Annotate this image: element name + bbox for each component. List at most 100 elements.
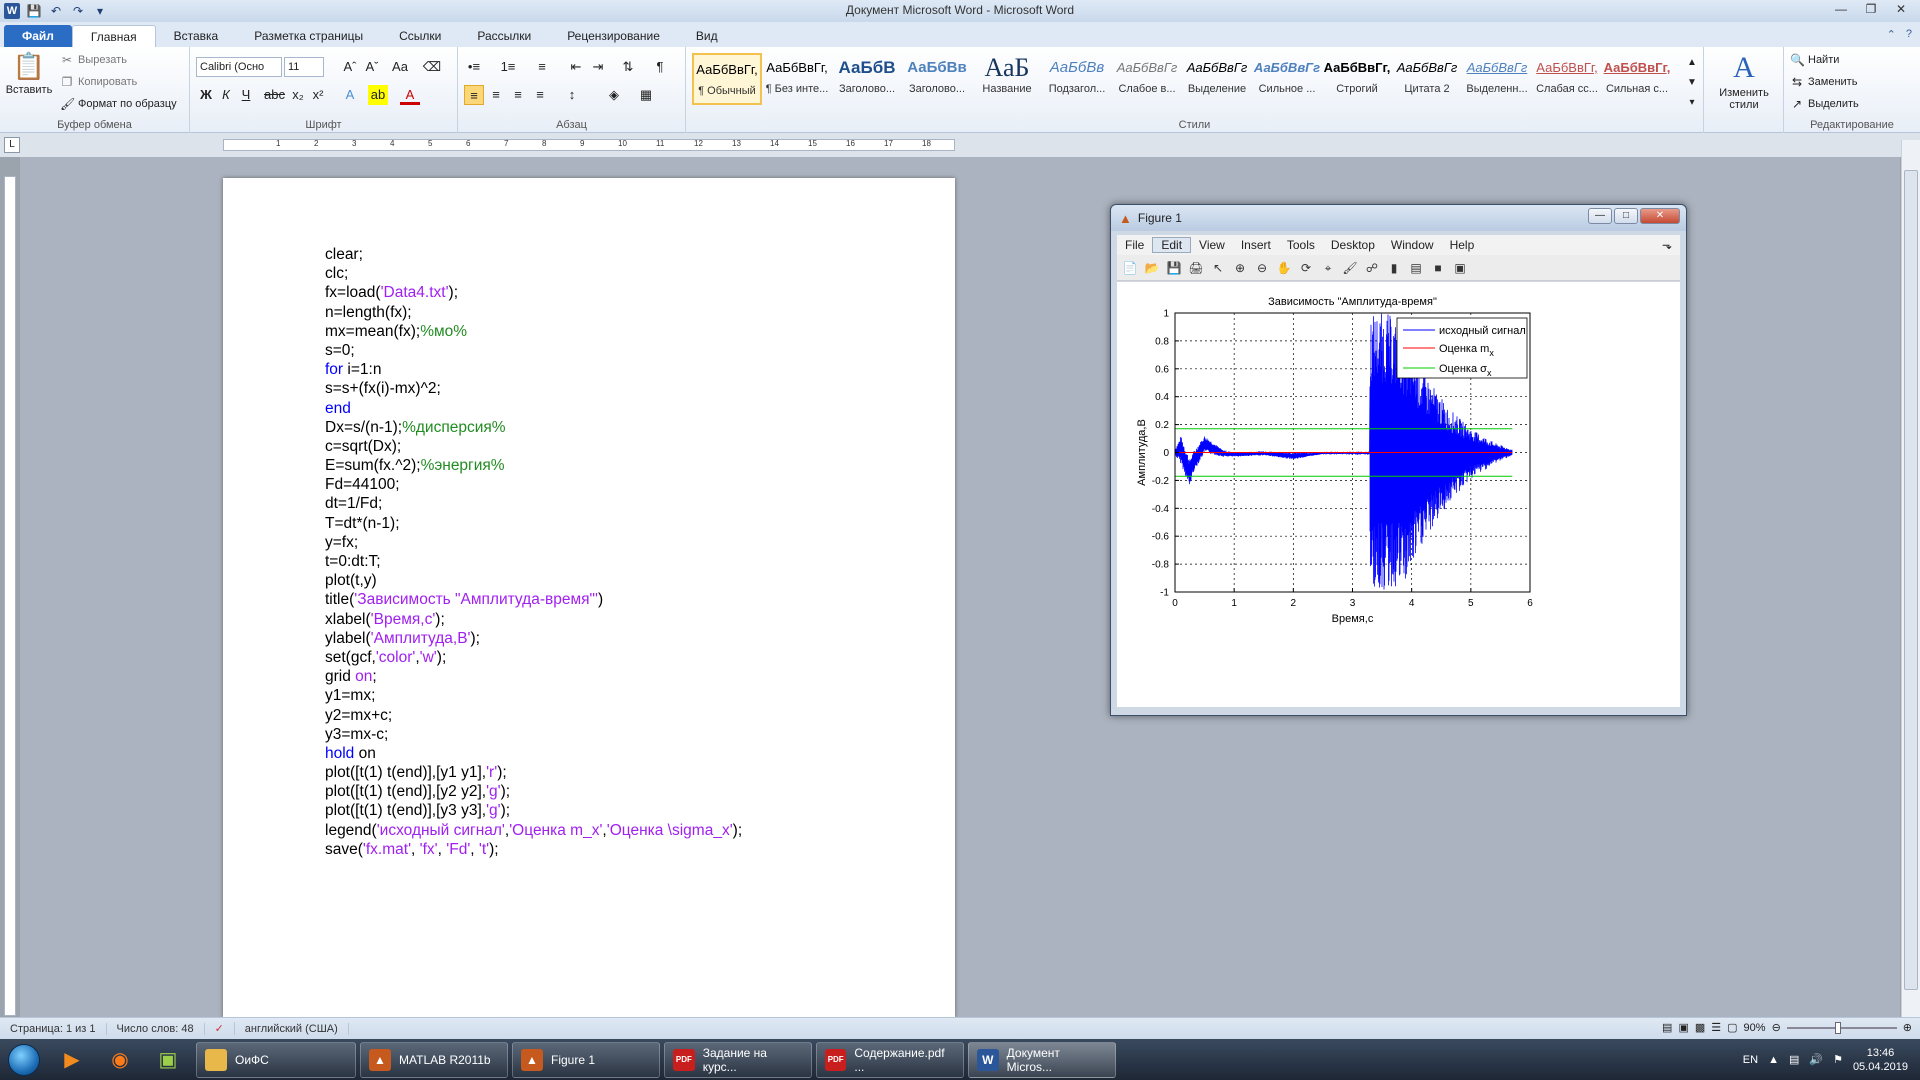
code-line[interactable]: dt=1/Fd; — [325, 494, 742, 513]
select-button[interactable]: ↗ Выделить — [1790, 97, 1859, 111]
link-plot-icon[interactable]: ☍ — [1363, 259, 1381, 277]
code-line[interactable]: save('fx.mat', 'fx', 'Fd', 't'); — [325, 840, 742, 859]
style-item[interactable]: АаБбВвГг, Сильная с... — [1602, 53, 1672, 105]
code-line[interactable]: y3=mx-c; — [325, 725, 742, 744]
align-right-icon[interactable]: ≡ — [508, 85, 528, 105]
zoom-in-tool-icon[interactable]: ⊕ — [1231, 259, 1249, 277]
numbering-icon[interactable]: 1≡ — [498, 57, 518, 77]
data-cursor-icon[interactable]: ⌖ — [1319, 259, 1337, 277]
decrease-indent-icon[interactable]: ⇤ — [566, 57, 586, 77]
code-line[interactable]: t=0:dt:T; — [325, 552, 742, 571]
strikethrough-icon[interactable]: abc — [264, 85, 285, 105]
maximize-icon[interactable]: ❐ — [1856, 0, 1886, 18]
spelling-check-icon[interactable]: ✓ — [205, 1022, 235, 1035]
change-styles-button[interactable]: A Изменить стили — [1708, 51, 1780, 111]
code-line[interactable]: set(gcf,'color','w'); — [325, 648, 742, 667]
pan-icon[interactable]: ✋ — [1275, 259, 1293, 277]
firefox-icon[interactable]: ◉ — [96, 1039, 144, 1080]
code-line[interactable]: plot([t(1) t(end)],[y2 y2],'g'); — [325, 782, 742, 801]
start-button[interactable] — [0, 1039, 48, 1080]
multilevel-list-icon[interactable]: ≡ — [532, 57, 552, 77]
style-item[interactable]: АаБбВв Заголово... — [902, 53, 972, 105]
style-item[interactable]: АаБбВвГг Цитата 2 — [1392, 53, 1462, 105]
text-effects-icon[interactable]: A — [340, 85, 360, 105]
clear-formatting-icon[interactable]: ⌫ — [422, 57, 442, 77]
zoom-slider-knob[interactable] — [1834, 1021, 1841, 1034]
bullets-icon[interactable]: •≡ — [464, 57, 484, 77]
zoom-out-icon[interactable]: ⊖ — [1772, 1021, 1781, 1034]
taskbar-item[interactable]: ▲ MATLAB R2011b — [360, 1041, 508, 1078]
replace-button[interactable]: ⇆ Заменить — [1790, 75, 1857, 89]
code-line[interactable]: clc; — [325, 264, 742, 283]
code-line[interactable]: xlabel('Время,с'); — [325, 610, 742, 629]
figure-menu-view[interactable]: View — [1191, 238, 1233, 252]
flag-icon[interactable]: ⚑ — [1833, 1053, 1843, 1066]
style-item[interactable]: АаБбВвГг, Строгий — [1322, 53, 1392, 105]
superscript-icon[interactable]: x² — [308, 85, 328, 105]
code-line[interactable]: s=s+(fx(i)-mx)^2; — [325, 379, 742, 398]
style-item[interactable]: АаБбВвГг, ¶ Обычный — [692, 53, 762, 105]
save-figure-icon[interactable]: 💾 — [1165, 259, 1183, 277]
code-line[interactable]: s=0; — [325, 341, 742, 360]
taskbar-item[interactable]: ▲ Figure 1 — [512, 1041, 660, 1078]
code-line[interactable]: clear; — [325, 245, 742, 264]
tab-page-layout[interactable]: Разметка страницы — [236, 25, 381, 47]
outline-icon[interactable]: ☰ — [1711, 1021, 1721, 1034]
code-line[interactable]: plot([t(1) t(end)],[y3 y3],'g'); — [325, 801, 742, 820]
italic-icon[interactable]: К — [216, 85, 236, 105]
taskbar-item[interactable]: W Документ Micros... — [968, 1041, 1116, 1078]
code-line[interactable]: E=sum(fx.^2);%энергия% — [325, 456, 742, 475]
web-layout-icon[interactable]: ▩ — [1695, 1021, 1705, 1034]
figure-menu-window[interactable]: Window — [1383, 238, 1442, 252]
zoom-slider[interactable] — [1786, 1021, 1897, 1034]
shrink-font-icon[interactable]: Aˇ — [362, 57, 382, 77]
help-icon[interactable]: ? — [1906, 28, 1912, 41]
colorbar-icon[interactable]: ▮ — [1385, 259, 1403, 277]
figure-window[interactable]: ▲ Figure 1 — □ ✕ File Edit View Insert Tools… — [1110, 204, 1687, 716]
zoom-out-tool-icon[interactable]: ⊖ — [1253, 259, 1271, 277]
video-editor-icon[interactable]: ▣ — [144, 1039, 192, 1080]
code-line[interactable]: hold on — [325, 744, 742, 763]
code-line[interactable]: legend('исходный сигнал','Оценка m_x','О… — [325, 821, 742, 840]
style-item[interactable]: АаБбВвГг Слабое в... — [1112, 53, 1182, 105]
code-line[interactable]: y2=mx+c; — [325, 706, 742, 725]
code-line[interactable]: fx=load('Data4.txt'); — [325, 283, 742, 302]
taskbar-item[interactable]: ОиФС — [196, 1041, 356, 1078]
figure-maximize-icon[interactable]: □ — [1614, 208, 1638, 224]
code-line[interactable]: y=fx; — [325, 533, 742, 552]
cut-button[interactable]: ✂ Вырезать — [60, 53, 127, 67]
style-item[interactable]: АаБбВв Подзагол... — [1042, 53, 1112, 105]
code-line[interactable]: grid on; — [325, 667, 742, 686]
scrollbar-thumb[interactable] — [1904, 170, 1918, 990]
highlight-icon[interactable]: ab — [368, 85, 388, 105]
figure-menu-help[interactable]: Help — [1442, 238, 1483, 252]
styles-more-icon[interactable]: ▾ — [1682, 93, 1702, 113]
style-item[interactable]: АаБбВвГг, ¶ Без инте... — [762, 53, 832, 105]
figure-minimize-icon[interactable]: — — [1588, 208, 1612, 224]
media-player-icon[interactable]: ▶ — [48, 1039, 96, 1080]
tab-file[interactable]: Файл — [4, 25, 72, 47]
new-figure-icon[interactable]: 📄 — [1121, 259, 1139, 277]
volume-icon[interactable]: 🔊 — [1809, 1053, 1823, 1066]
word-logo-icon[interactable]: W — [4, 3, 20, 19]
pilcrow-icon[interactable]: ¶ — [650, 57, 670, 77]
line-spacing-icon[interactable]: ↕ — [562, 85, 582, 105]
style-item[interactable]: АаБ Название — [972, 53, 1042, 105]
tab-home[interactable]: Главная — [71, 25, 156, 47]
page-count[interactable]: Страница: 1 из 1 — [0, 1022, 107, 1035]
code-line[interactable]: Dx=s/(n-1);%дисперсия% — [325, 418, 742, 437]
legend-icon[interactable]: ▤ — [1407, 259, 1425, 277]
code-line[interactable]: n=length(fx); — [325, 303, 742, 322]
figure-canvas[interactable]: 0 1 2 3 4 5 6 1 0.8 0.6 0.4 0.2 0 -0.2 -0.4 -0.6 -0.8 -1 З… — [1117, 282, 1680, 707]
undo-icon[interactable]: ↶ — [48, 3, 64, 19]
horizontal-ruler[interactable]: 1 2 3 4 5 6 7 8 9 10 11 12 13 14 15 16 17 18 — [223, 139, 955, 151]
font-size-select[interactable]: 11 — [284, 57, 324, 77]
figure-menu-edit[interactable]: Edit — [1152, 237, 1192, 253]
draft-icon[interactable]: ▢ — [1727, 1021, 1737, 1034]
shading-icon[interactable]: ◈ — [604, 85, 624, 105]
rotate-icon[interactable]: ⟳ — [1297, 259, 1315, 277]
align-center-icon[interactable]: ≡ — [486, 85, 506, 105]
tab-review[interactable]: Рецензирование — [549, 25, 678, 47]
code-line[interactable]: plot(t,y) — [325, 571, 742, 590]
copy-button[interactable]: ❐ Копировать — [60, 75, 138, 89]
